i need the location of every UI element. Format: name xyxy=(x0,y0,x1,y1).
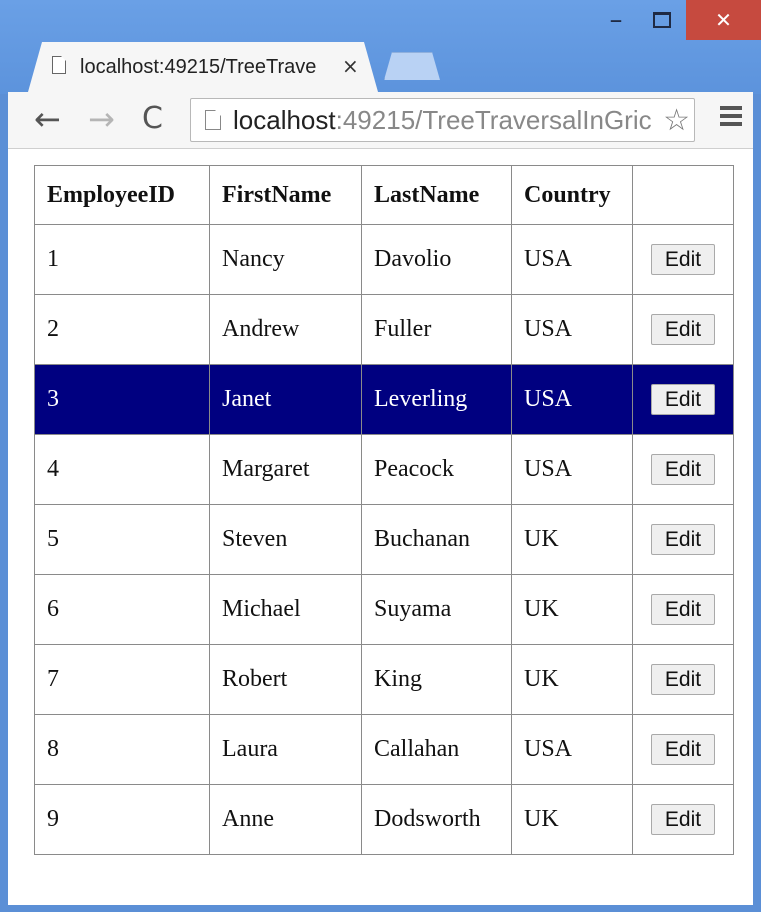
grid-body: 1 Nancy Davolio USA Edit 2 Andrew Fuller USA Edit… xyxy=(34,224,734,855)
cell-lastname: King xyxy=(361,644,512,715)
edit-button[interactable]: Edit xyxy=(651,244,715,275)
url-host: localhost xyxy=(233,105,336,135)
table-row[interactable]: 9 Anne Dodsworth UK Edit xyxy=(34,784,734,855)
cell-country: UK xyxy=(511,504,633,575)
tab-active[interactable]: localhost:49215/TreeTrave × xyxy=(28,42,378,92)
cell-country: USA xyxy=(511,224,633,295)
table-row[interactable]: 1 Nancy Davolio USA Edit xyxy=(34,224,734,295)
edit-button[interactable]: Edit xyxy=(651,664,715,695)
cell-actions: Edit xyxy=(632,364,734,435)
cell-lastname: Davolio xyxy=(361,224,512,295)
cell-lastname: Peacock xyxy=(361,434,512,505)
browser-toolbar: ← → C localhost:49215/TreeTraversalInGri… xyxy=(8,92,753,149)
header-lastname: LastName xyxy=(361,165,512,225)
edit-button[interactable]: Edit xyxy=(651,594,715,625)
cell-country: UK xyxy=(511,784,633,855)
header-employeeid: EmployeeID xyxy=(34,165,210,225)
cell-firstname: Andrew xyxy=(209,294,362,365)
page-icon xyxy=(205,110,221,130)
url-text[interactable]: localhost:49215/TreeTraversalInGric xyxy=(233,105,652,136)
edit-button[interactable]: Edit xyxy=(651,454,715,485)
table-row[interactable]: 7 Robert King UK Edit xyxy=(34,644,734,715)
cell-country: UK xyxy=(511,574,633,645)
cell-employeeid: 9 xyxy=(34,784,210,855)
page-content: EmployeeID FirstName LastName Country 1N… xyxy=(8,149,753,905)
edit-button[interactable]: Edit xyxy=(651,804,715,835)
cell-actions: Edit xyxy=(632,644,734,715)
cell-actions: Edit xyxy=(632,504,734,575)
tab-close-button[interactable]: × xyxy=(342,54,359,78)
menu-icon[interactable] xyxy=(720,106,742,126)
table-row[interactable]: 3 Janet Leverling USA Edit xyxy=(34,364,734,435)
url-path: :49215/TreeTraversalInGric xyxy=(335,105,652,135)
table-row[interactable]: 6 Michael Suyama UK Edit xyxy=(34,574,734,645)
header-firstname: FirstName xyxy=(209,165,362,225)
bookmark-star-icon[interactable]: ☆ xyxy=(659,103,690,138)
cell-firstname: Laura xyxy=(209,714,362,785)
cell-lastname: Suyama xyxy=(361,574,512,645)
cell-employeeid: 7 xyxy=(34,644,210,715)
cell-employeeid: 3 xyxy=(34,364,210,435)
cell-lastname: Leverling xyxy=(361,364,512,435)
cell-firstname: Margaret xyxy=(209,434,362,505)
cell-firstname: Michael xyxy=(209,574,362,645)
header-actions xyxy=(632,165,734,225)
maximize-button[interactable] xyxy=(640,0,684,40)
cell-country: USA xyxy=(511,364,633,435)
cell-actions: Edit xyxy=(632,784,734,855)
cell-country: USA xyxy=(511,294,633,365)
cell-country: USA xyxy=(511,714,633,785)
cell-actions: Edit xyxy=(632,574,734,645)
table-row[interactable]: 4 Margaret Peacock USA Edit xyxy=(34,434,734,505)
table-row[interactable]: 8 Laura Callahan USA Edit xyxy=(34,714,734,785)
header-country: Country xyxy=(511,165,633,225)
cell-actions: Edit xyxy=(632,434,734,505)
cell-employeeid: 6 xyxy=(34,574,210,645)
cell-firstname: Nancy xyxy=(209,224,362,295)
minimize-button[interactable]: – xyxy=(596,0,636,40)
cell-employeeid: 4 xyxy=(34,434,210,505)
browser-window: – ✕ localhost:49215/TreeTrave × ← → C lo… xyxy=(0,0,761,912)
cell-lastname: Buchanan xyxy=(361,504,512,575)
cell-lastname: Fuller xyxy=(361,294,512,365)
edit-button[interactable]: Edit xyxy=(651,384,715,415)
page-icon xyxy=(52,56,66,74)
edit-button[interactable]: Edit xyxy=(651,314,715,345)
tab-title: localhost:49215/TreeTrave xyxy=(80,56,317,78)
cell-firstname: Robert xyxy=(209,644,362,715)
reload-button[interactable]: C xyxy=(142,101,163,136)
cell-employeeid: 2 xyxy=(34,294,210,365)
cell-firstname: Janet xyxy=(209,364,362,435)
edit-button[interactable]: Edit xyxy=(651,734,715,765)
cell-actions: Edit xyxy=(632,294,734,365)
cell-actions: Edit xyxy=(632,714,734,785)
edit-button[interactable]: Edit xyxy=(651,524,715,555)
table-row[interactable]: 2 Andrew Fuller USA Edit xyxy=(34,294,734,365)
employee-grid: EmployeeID FirstName LastName Country 1N… xyxy=(34,165,734,855)
table-row[interactable]: 5 Steven Buchanan UK Edit xyxy=(34,504,734,575)
cell-employeeid: 5 xyxy=(34,504,210,575)
cell-country: UK xyxy=(511,644,633,715)
title-bar: – ✕ localhost:49215/TreeTrave × xyxy=(0,0,761,94)
back-button[interactable]: ← xyxy=(34,100,61,138)
cell-country: USA xyxy=(511,434,633,505)
cell-firstname: Anne xyxy=(209,784,362,855)
maximize-icon xyxy=(653,12,671,28)
header-row: EmployeeID FirstName LastName Country xyxy=(34,165,734,225)
cell-employeeid: 8 xyxy=(34,714,210,785)
cell-actions: Edit xyxy=(632,224,734,295)
cell-lastname: Callahan xyxy=(361,714,512,785)
close-window-button[interactable]: ✕ xyxy=(686,0,761,40)
new-tab-button[interactable] xyxy=(384,52,440,80)
cell-lastname: Dodsworth xyxy=(361,784,512,855)
cell-firstname: Steven xyxy=(209,504,362,575)
forward-button[interactable]: → xyxy=(88,100,115,138)
address-bar[interactable]: localhost:49215/TreeTraversalInGric ☆ xyxy=(190,98,695,142)
cell-employeeid: 1 xyxy=(34,224,210,295)
